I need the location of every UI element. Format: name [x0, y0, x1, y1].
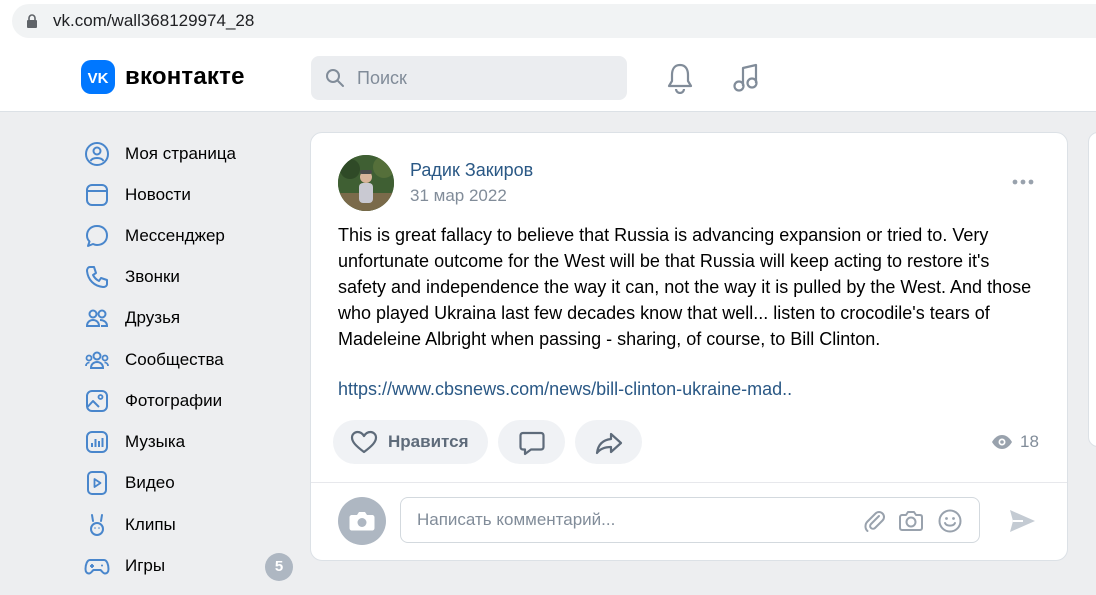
wall-post: Радик Закиров 31 мар 2022 This is great … [310, 132, 1068, 561]
sidebar-item-label: Сообщества [125, 350, 224, 369]
commenter-avatar[interactable] [338, 497, 386, 545]
vk-logo-icon[interactable]: VK [81, 60, 115, 94]
svg-text:VK: VK [88, 70, 109, 87]
sidebar-item-label: Звонки [125, 267, 180, 286]
phone-icon [86, 266, 108, 288]
sidebar-item-photos[interactable]: Фотографии [80, 382, 295, 418]
sidebar-item-label: Музыка [125, 432, 186, 451]
music-icon[interactable] [730, 62, 762, 94]
heart-icon [350, 430, 378, 454]
sidebar-item-news[interactable]: Новости [80, 176, 295, 212]
sidebar-item-label: Фотографии [125, 391, 223, 410]
site-header: VK вконтакте Поиск [0, 44, 1096, 112]
music-icon [86, 431, 108, 453]
comment-input[interactable]: Написать комментарий... [400, 497, 980, 543]
comment-button[interactable] [498, 420, 565, 464]
views-count: 18 [1020, 432, 1039, 451]
sidebar-item-label: Мессенджер [125, 226, 225, 245]
sidebar-item-video[interactable]: Видео [80, 464, 295, 500]
sidebar-item-friends[interactable]: Друзья [80, 299, 295, 335]
share-icon [595, 432, 623, 455]
lock-icon [27, 14, 37, 28]
camera-icon[interactable] [898, 508, 924, 534]
views-counter: 18 [991, 432, 1051, 454]
sidebar-item-label: Друзья [125, 308, 181, 327]
sidebar-item-music[interactable]: Музыка [80, 423, 295, 459]
author-name[interactable]: Радик Закиров [410, 160, 533, 181]
games-icon [84, 559, 110, 575]
url-text[interactable]: vk.com/wall368129974_28 [53, 11, 254, 31]
comment-icon [519, 431, 545, 456]
share-button[interactable] [575, 420, 642, 464]
emoji-icon[interactable] [937, 508, 963, 534]
profile-icon [85, 142, 109, 166]
news-icon [86, 184, 108, 206]
search-placeholder: Поиск [357, 68, 407, 88]
right-column-card [1088, 132, 1096, 447]
sidebar-item-label: Клипы [125, 515, 176, 534]
sidebar-item-games[interactable]: Игры 5 [80, 547, 295, 583]
like-label: Нравится [388, 432, 469, 451]
sidebar-item-my-page[interactable]: Моя страница [80, 135, 295, 171]
search-input[interactable]: Поиск [311, 56, 627, 100]
search-icon [326, 69, 344, 87]
more-options-icon[interactable] [1011, 177, 1035, 187]
friends-icon [85, 309, 109, 327]
sidebar-item-communities[interactable]: Сообщества [80, 341, 295, 377]
sidebar-item-messenger[interactable]: Мессенджер [80, 217, 295, 253]
video-icon [87, 471, 107, 495]
post-text: This is great fallacy to believe that Ru… [338, 225, 1032, 349]
eye-icon [992, 435, 1012, 449]
like-button[interactable]: Нравится [333, 420, 488, 464]
send-icon[interactable] [1007, 506, 1037, 536]
logo-text[interactable]: вконтакте [125, 63, 245, 91]
comment-placeholder: Написать комментарий... [417, 510, 616, 529]
communities-icon [85, 351, 109, 369]
bell-icon[interactable] [665, 62, 695, 94]
notification-badge: 5 [265, 553, 293, 581]
sidebar-item-calls[interactable]: Звонки [80, 258, 295, 294]
sidebar-item-label: Игры [125, 556, 166, 575]
divider [311, 482, 1067, 483]
post-link[interactable]: https://www.cbsnews.com/news/bill-clinto… [338, 379, 792, 400]
photos-icon [86, 390, 108, 412]
sidebar-item-clips[interactable]: Клипы [80, 506, 295, 542]
post-date[interactable]: 31 мар 2022 [410, 186, 507, 206]
attach-icon[interactable] [861, 508, 887, 534]
camera-icon [349, 512, 375, 531]
sidebar-item-label: Моя страница [125, 144, 237, 163]
messenger-icon [86, 225, 108, 247]
browser-address-bar: vk.com/wall368129974_28 [0, 0, 1096, 44]
sidebar-item-label: Видео [125, 473, 175, 492]
sidebar-item-label: Новости [125, 185, 191, 204]
clips-icon [90, 514, 104, 536]
author-avatar[interactable] [338, 155, 394, 211]
